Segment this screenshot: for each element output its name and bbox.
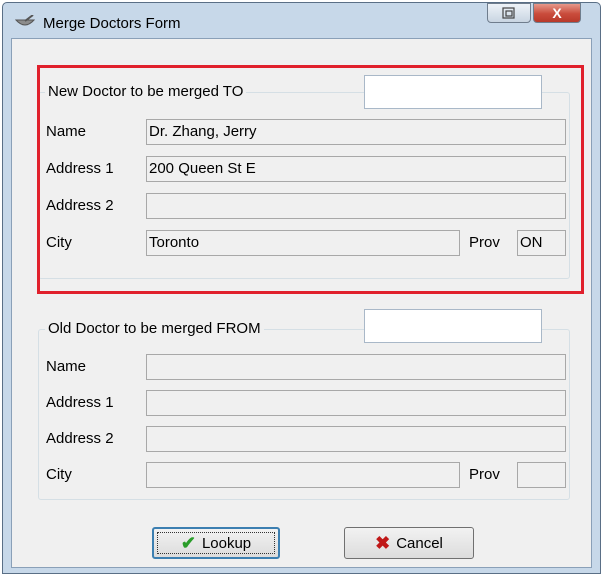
focus-indicator xyxy=(157,532,275,554)
mortar-pestle-icon xyxy=(15,15,35,26)
old-address1-label: Address 1 xyxy=(46,394,114,411)
title-bar[interactable]: Merge Doctors Form X xyxy=(3,3,600,39)
old-name-label: Name xyxy=(46,358,87,375)
old-prov-label: Prov xyxy=(469,466,500,483)
cancel-button[interactable]: ✖ Cancel xyxy=(344,527,474,559)
old-doctor-lookup-input[interactable] xyxy=(364,309,542,343)
old-name-field[interactable] xyxy=(146,354,566,380)
close-button[interactable]: X xyxy=(533,3,581,23)
restore-icon xyxy=(502,7,515,19)
merge-doctors-window: Merge Doctors Form X New Doctor to be me… xyxy=(2,2,601,574)
cancel-button-label: Cancel xyxy=(396,534,443,552)
close-icon: X xyxy=(552,5,562,21)
new-doctor-highlight-box xyxy=(37,65,584,294)
old-address2-label: Address 2 xyxy=(46,430,114,447)
cancel-x-icon: ✖ xyxy=(375,533,391,553)
window-title: Merge Doctors Form xyxy=(43,15,181,32)
restore-button[interactable] xyxy=(487,3,531,23)
old-address1-field[interactable] xyxy=(146,390,566,416)
old-doctor-legend: Old Doctor to be merged FROM xyxy=(45,319,264,339)
old-address2-field[interactable] xyxy=(146,426,566,452)
old-city-field[interactable] xyxy=(146,462,460,488)
old-prov-field[interactable] xyxy=(517,462,566,488)
old-city-label: City xyxy=(46,466,72,483)
lookup-button[interactable]: ✔ Lookup xyxy=(152,527,280,559)
form-client-area: New Doctor to be merged TO Name Dr. Zhan… xyxy=(11,38,592,568)
